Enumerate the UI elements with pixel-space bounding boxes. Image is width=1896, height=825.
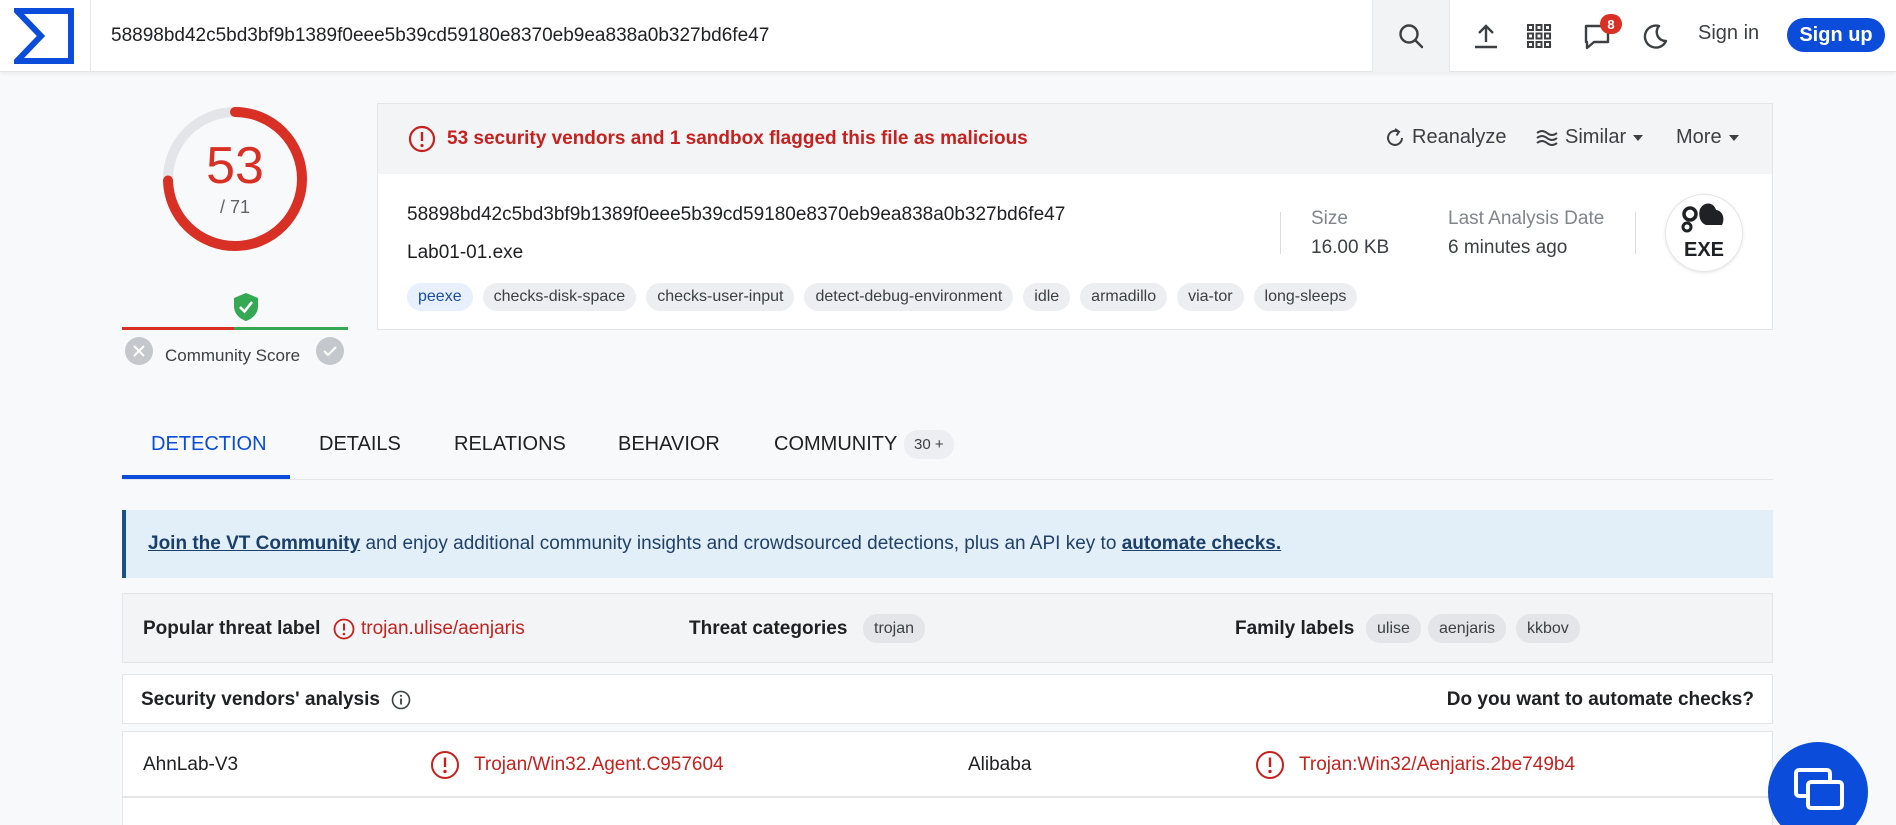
vendor-row: AhnLab-V3 Trojan/Win32.Agent.C957604 Ali… [122, 731, 1773, 797]
similar-label: Similar [1565, 126, 1627, 148]
checkmark-icon [323, 346, 337, 357]
vendors-analysis-title: Security vendors' analysis [141, 689, 380, 710]
tab-details[interactable]: DETAILS [319, 433, 401, 456]
vendor-row [122, 797, 1773, 825]
file-tag[interactable]: armadillo [1080, 283, 1168, 311]
search-input[interactable] [111, 20, 1361, 52]
sign-in-link[interactable]: Sign in [1698, 22, 1759, 45]
last-analysis-label: Last Analysis Date [1448, 208, 1605, 229]
community-score-negative-bar [122, 327, 234, 330]
family-label-chip[interactable]: kkbov [1516, 614, 1580, 643]
tab-detection[interactable]: DETECTION [151, 433, 267, 456]
file-tag[interactable]: idle [1023, 283, 1071, 311]
active-tab-indicator [122, 475, 290, 479]
detection-total: / 71 [219, 197, 251, 217]
file-tag[interactable]: long-sleeps [1253, 283, 1358, 311]
similar-dropdown[interactable]: Similar [1535, 126, 1644, 149]
community-shield-check-icon [234, 293, 258, 321]
community-score-positive-bar [234, 327, 348, 330]
file-tag[interactable]: detect-debug-environment [804, 283, 1014, 311]
close-icon [133, 345, 145, 357]
more-dropdown[interactable]: More [1676, 126, 1740, 149]
search-button[interactable] [1372, 0, 1450, 72]
reanalyze-label: Reanalyze [1412, 126, 1507, 148]
last-analysis-value: 6 minutes ago [1448, 237, 1568, 258]
threat-summary-row: Popular threat label trojan.ulise/aenjar… [122, 593, 1773, 663]
summary-header: 53 security vendors and 1 sandbox flagge… [378, 104, 1772, 174]
info-icon[interactable] [391, 690, 411, 710]
refresh-icon [1387, 127, 1403, 146]
file-tag[interactable]: peexe [407, 283, 473, 311]
file-tag[interactable]: checks-user-input [646, 283, 795, 311]
banner-text: and enjoy additional community insights … [360, 533, 1122, 554]
alert-circle-icon [431, 751, 459, 779]
tab-behavior[interactable]: BEHAVIOR [618, 433, 720, 456]
top-bar: 8 Sign in Sign up [0, 0, 1896, 72]
family-labels-label: Family labels [1235, 618, 1355, 639]
file-summary-card: 53 security vendors and 1 sandbox flagge… [377, 103, 1773, 330]
vote-malicious-button[interactable] [125, 337, 153, 365]
vendor-name: AhnLab-V3 [143, 754, 239, 775]
size-value: 16.00 KB [1311, 237, 1390, 258]
family-label-chip[interactable]: ulise [1366, 614, 1421, 643]
file-hash[interactable]: 58898bd42c5bd3bf9b1389f0eee5b39cd59180e8… [407, 204, 1065, 226]
alert-circle-icon [1256, 751, 1284, 779]
search-icon [1399, 24, 1424, 49]
join-community-link[interactable]: Join the VT Community [148, 533, 360, 554]
chevron-down-icon [1728, 134, 1739, 141]
vendor-name: Alibaba [968, 754, 1032, 775]
tab-community[interactable]: COMMUNITY [774, 433, 897, 456]
threat-category-chip[interactable]: trojan [863, 614, 926, 643]
community-score-label: Community Score [165, 346, 301, 365]
alert-circle-icon [333, 618, 355, 640]
apps-grid-icon[interactable] [1523, 20, 1555, 52]
logo-divider [90, 0, 91, 72]
file-tag[interactable]: via-tor [1177, 283, 1244, 311]
alert-circle-icon [408, 125, 436, 153]
notification-badge: 8 [1600, 14, 1622, 34]
meta-divider [1280, 212, 1281, 254]
more-label: More [1676, 126, 1722, 148]
file-tag[interactable]: checks-disk-space [482, 283, 637, 311]
chat-support-button[interactable] [1768, 742, 1868, 825]
dark-mode-moon-icon[interactable] [1639, 20, 1671, 52]
community-banner: Join the VT Community and enjoy addition… [122, 510, 1773, 578]
virustotal-logo-icon[interactable] [14, 8, 74, 64]
automate-checks-link[interactable]: automate checks. [1122, 533, 1281, 554]
chevron-down-icon [1633, 134, 1644, 141]
file-tags: peexe checks-disk-space checks-user-inpu… [407, 283, 1358, 311]
similar-waves-icon [1536, 129, 1558, 146]
vendor-result: Trojan:Win32/Aenjaris.2be749b4 [1299, 754, 1576, 775]
detection-count: 53 [206, 137, 264, 195]
file-name: Lab01-01.exe [407, 242, 524, 263]
size-label: Size [1311, 208, 1348, 229]
meta-divider [1635, 212, 1636, 254]
tab-relations[interactable]: RELATIONS [454, 433, 566, 456]
gears-icon [1681, 203, 1724, 233]
chat-bubbles-icon [1794, 768, 1844, 810]
family-label-chip[interactable]: aenjaris [1428, 614, 1507, 643]
vendor-result: Trojan/Win32.Agent.C957604 [474, 754, 724, 775]
sign-up-button[interactable]: Sign up [1787, 18, 1885, 52]
vendors-analysis-header: Security vendors' analysis Do you want t… [122, 674, 1773, 724]
malicious-verdict-text: 53 security vendors and 1 sandbox flagge… [447, 128, 1028, 149]
popular-threat-value[interactable]: trojan.ulise/aenjaris [361, 618, 525, 640]
file-type-label: EXE [1683, 239, 1725, 261]
analysis-tabs: DETECTION DETAILS RELATIONS BEHAVIOR COM… [122, 413, 1773, 480]
popular-threat-label: Popular threat label [143, 618, 321, 639]
automate-checks-prompt[interactable]: Do you want to automate checks? [1447, 689, 1754, 711]
upload-icon[interactable] [1470, 20, 1502, 52]
reanalyze-button[interactable]: Reanalyze [1384, 126, 1507, 149]
vote-harmless-button[interactable] [316, 337, 344, 365]
community-count-badge: 30 + [904, 430, 954, 459]
threat-categories-label: Threat categories [689, 618, 848, 639]
